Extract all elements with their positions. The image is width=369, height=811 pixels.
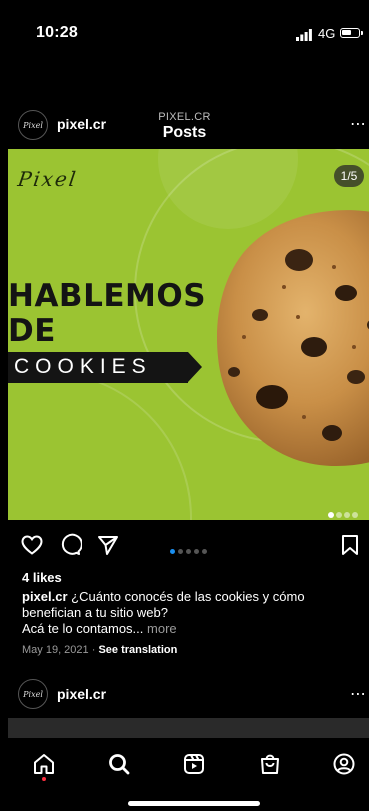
more-dots-icon[interactable]: ⋯ <box>350 114 367 134</box>
page-title: Posts <box>162 124 207 141</box>
brand-logo: Pixel <box>16 167 80 191</box>
shop-bag-icon[interactable] <box>258 752 282 776</box>
headline-band-text: COOKIES <box>14 355 152 378</box>
status-time: 10:28 <box>36 24 78 41</box>
search-icon[interactable] <box>107 752 131 776</box>
pager-dot <box>170 549 175 554</box>
status-bar: 10:28 4G <box>0 0 369 52</box>
pager-dot <box>186 549 191 554</box>
header-account: PIXEL.CR <box>158 111 211 123</box>
headline: HABLEMOS DE <box>8 279 206 349</box>
avatar[interactable]: Pixel <box>18 679 48 709</box>
post-meta: May 19, 2021 · See translation <box>22 644 177 656</box>
likes-count[interactable]: 4 likes <box>22 570 62 585</box>
next-post-username[interactable]: pixel.cr <box>57 686 106 702</box>
carousel-counter: 1/5 <box>334 165 364 187</box>
comment-icon[interactable] <box>58 533 82 557</box>
avatar-logo: Pixel <box>23 120 43 130</box>
profile-icon[interactable] <box>332 752 356 776</box>
notification-dot <box>42 777 46 781</box>
more-dots-icon[interactable]: ⋯ <box>350 684 367 704</box>
post-date: May 19, 2021 <box>22 644 89 656</box>
home-icon[interactable] <box>32 752 56 776</box>
headline-line-2: DE <box>8 313 56 349</box>
network-type: 4G <box>318 26 336 41</box>
post-username[interactable]: pixel.cr <box>57 116 106 132</box>
avatar-logo: Pixel <box>23 689 43 699</box>
pager-dot <box>202 549 207 554</box>
avatar[interactable]: Pixel <box>18 110 48 140</box>
headline-line-1: HABLEMOS <box>8 278 207 314</box>
image-carousel-dots <box>326 505 358 520</box>
bookmark-icon[interactable] <box>338 533 362 557</box>
carousel-pager <box>170 541 210 559</box>
home-indicator[interactable] <box>128 801 260 806</box>
post-caption: pixel.cr ¿Cuánto conocés de las cookies … <box>22 589 352 637</box>
carousel-dot <box>352 512 358 518</box>
heart-icon[interactable] <box>20 533 44 557</box>
decor-ring <box>8 371 192 520</box>
more-link[interactable]: more <box>147 621 177 636</box>
carousel-dot <box>344 512 350 518</box>
pager-dot <box>194 549 199 554</box>
page-header: PIXEL.CR Posts <box>0 52 369 141</box>
caption-username[interactable]: pixel.cr <box>22 589 68 604</box>
carousel-dot <box>336 512 342 518</box>
pager-dot <box>178 549 183 554</box>
caption-text-line2: Acá te lo contamos... <box>22 621 144 636</box>
send-icon[interactable] <box>96 533 120 557</box>
reels-icon[interactable] <box>182 752 206 776</box>
signal-icon <box>296 29 312 41</box>
next-post-image[interactable] <box>8 718 369 738</box>
see-translation-link[interactable]: See translation <box>98 644 177 656</box>
meta-separator: · <box>91 644 96 656</box>
carousel-dot <box>328 512 334 518</box>
cookie-image <box>217 210 369 467</box>
battery-icon <box>340 28 363 38</box>
post-image[interactable]: Pixel 1/5 HABLEMOS DE COOKIES <box>8 149 369 520</box>
